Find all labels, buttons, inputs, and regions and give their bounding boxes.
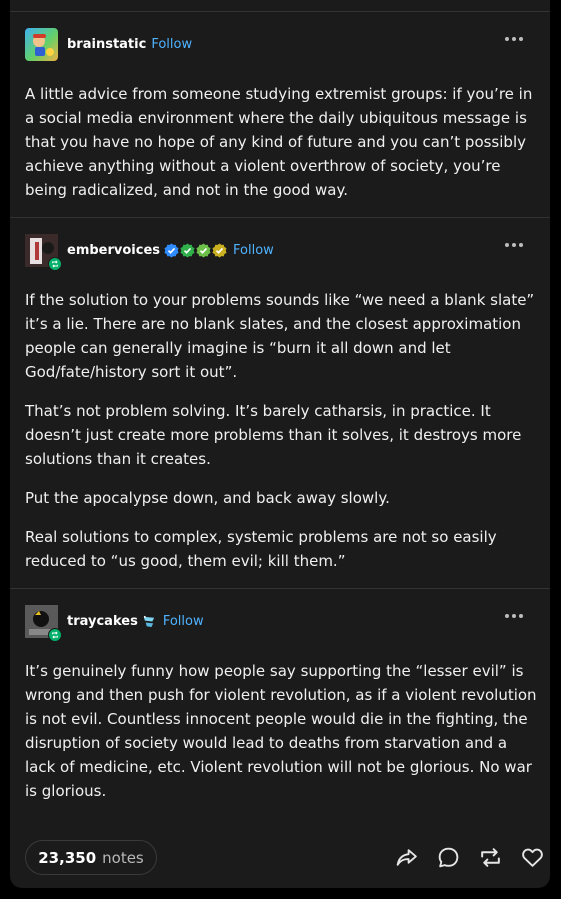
username[interactable]: embervoices: [67, 243, 160, 258]
avatar[interactable]: [25, 233, 62, 271]
like-icon[interactable]: [520, 845, 545, 870]
follow-button[interactable]: Follow: [151, 37, 192, 52]
green-check-badge-icon[interactable]: [196, 242, 211, 258]
avatar[interactable]: [25, 27, 58, 61]
post-paragraph: That’s not problem solving. It’s barely …: [25, 402, 522, 468]
post-paragraph: Real solutions to complex, systemic prob…: [25, 528, 497, 570]
share-icon[interactable]: [394, 845, 419, 870]
post-divider: [10, 217, 550, 218]
more-options-icon[interactable]: [501, 33, 527, 45]
follow-button[interactable]: Follow: [233, 243, 274, 258]
top-divider: [10, 11, 550, 12]
reblog-icon: [48, 256, 62, 271]
username[interactable]: traycakes: [67, 614, 138, 629]
post-header-brainstatic: brainstatic Follow: [25, 27, 535, 61]
reply-icon[interactable]: [436, 845, 461, 870]
verified-blue-badge-icon[interactable]: [164, 242, 179, 258]
notes-button[interactable]: 23,350 notes: [25, 840, 157, 875]
avatar[interactable]: [25, 604, 62, 642]
username[interactable]: brainstatic: [67, 37, 146, 52]
post-header-embervoices: embervoices Follow: [25, 233, 535, 271]
yellow-check-badge-icon[interactable]: [212, 242, 227, 258]
post-body: It’s genuinely funny how people say supp…: [25, 659, 537, 818]
post-body: If the solution to your problems sounds …: [25, 288, 537, 588]
more-options-icon[interactable]: [501, 239, 527, 251]
post-paragraph: Put the apocalypse down, and back away s…: [25, 489, 390, 507]
reblog-icon: [48, 627, 62, 642]
notes-label: notes: [102, 848, 144, 867]
follow-button[interactable]: Follow: [163, 614, 204, 629]
more-options-icon[interactable]: [501, 610, 527, 622]
reblog-icon[interactable]: [478, 845, 503, 870]
post-actions: [394, 845, 545, 870]
notes-count: 23,350: [38, 848, 97, 867]
green-check-badge-icon[interactable]: [180, 242, 195, 258]
badges: [164, 242, 228, 258]
post-header-traycakes: traycakes Follow: [25, 604, 535, 642]
avatar-image: [33, 33, 54, 56]
sticker-badge-icon[interactable]: [142, 614, 157, 629]
post-paragraph: If the solution to your problems sounds …: [25, 291, 535, 381]
post-paragraph: A little advice from someone studying ex…: [25, 85, 533, 199]
post-paragraph: It’s genuinely funny how people say supp…: [25, 662, 537, 800]
post-divider: [10, 588, 550, 589]
post-body: A little advice from someone studying ex…: [25, 82, 537, 217]
